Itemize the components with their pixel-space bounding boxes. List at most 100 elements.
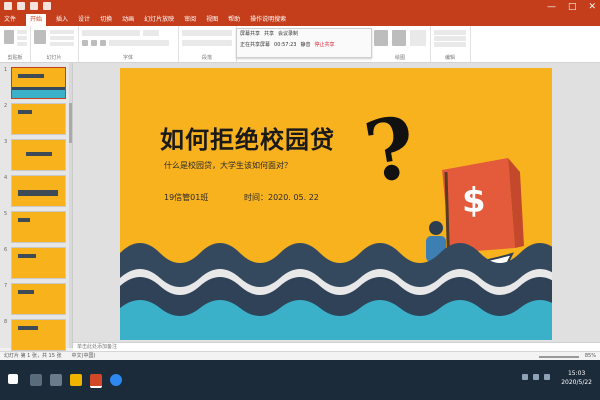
slide-thumbnail[interactable]: 8 [2,319,70,351]
copy-icon[interactable] [17,36,27,40]
group-label: 幻灯片 [46,55,62,61]
input-method-icon[interactable] [544,374,550,380]
maximize-button[interactable]: □ [568,1,577,13]
tab-review[interactable]: 审阅 [184,14,196,26]
ribbon-group-drawing: 绘图 [370,26,431,62]
paste-icon[interactable] [4,30,14,44]
format-painter-icon[interactable] [17,42,27,46]
section-button[interactable] [50,42,74,46]
slide-thumbnail[interactable]: 4 [2,175,70,207]
font-size-select[interactable] [143,30,159,36]
recording-label[interactable]: 会议录制 [278,30,298,39]
slide-thumbnail-pane: 1 2 3 4 5 6 7 8 [0,63,73,351]
undo-icon[interactable] [17,2,25,10]
group-label: 字体 [122,55,133,61]
tab-insert[interactable]: 插入 [56,14,68,26]
underline-icon[interactable] [100,40,106,46]
stop-share-button[interactable]: 停止共享 [315,41,335,50]
group-label: 剪贴板 [7,55,23,61]
bold-icon[interactable] [82,40,88,46]
taskbar-clock[interactable]: 15:03 2020/5/22 [561,369,592,387]
slide-editor: ? $ 如何拒绝校园贷 什么是校园贷，大学生该如何面对？ 19信管01班 时间：… [73,63,600,348]
slide-thumbnail[interactable]: 3 [2,139,70,171]
ribbon-group-slides: 幻灯片 [30,26,79,62]
slide-number: 5 [4,211,8,217]
window-controls: — □ ✕ [547,1,596,13]
ribbon-tabs: 文件 开始 插入 设计 切换 动画 幻灯片放映 审阅 视图 帮助 操作说明搜索 [0,14,600,26]
ribbon-group-editing: 编辑 [430,26,471,62]
tab-home[interactable]: 开始 [26,14,47,26]
tab-design[interactable]: 设计 [78,14,90,26]
thumbnail-scrollbar[interactable] [69,63,72,348]
slide-thumbnail[interactable]: 7 [2,283,70,315]
font-name-select[interactable] [82,30,140,36]
slide-number: 1 [4,67,8,73]
windows-start-icon[interactable] [8,374,18,384]
slide-number: 3 [4,139,8,145]
tab-transitions[interactable]: 切换 [100,14,112,26]
task-view-icon[interactable] [50,374,62,386]
slide-number: 6 [4,247,8,253]
title-bar: — □ ✕ [0,0,600,14]
volume-icon[interactable] [533,374,539,380]
class-label[interactable]: 19信管01班 [164,192,208,203]
ribbon: 剪贴板 幻灯片 字体 段落 绘图 编辑 屏幕共享 共享 会议录制 正在共享屏幕 … [0,26,600,63]
screen-share-label[interactable]: 屏幕共享 [240,30,260,39]
cut-icon[interactable] [17,30,27,34]
layout-button[interactable] [50,30,74,34]
meeting-timer: 00:57:23 [274,42,297,48]
system-tray [522,374,550,380]
tab-file[interactable]: 文件 [4,14,16,26]
replace-button[interactable] [434,36,466,41]
slide-canvas[interactable]: ? $ 如何拒绝校园贷 什么是校园贷，大学生该如何面对？ 19信管01班 时间：… [120,68,552,340]
save-icon[interactable] [4,2,12,10]
slide-number: 2 [4,103,8,109]
file-explorer-icon[interactable] [70,374,82,386]
align-buttons[interactable] [182,40,232,46]
minimize-button[interactable]: — [547,1,556,13]
list-buttons[interactable] [182,30,232,36]
slide-number: 4 [4,175,8,181]
new-slide-icon[interactable] [34,30,46,44]
zoom-slider[interactable] [538,355,579,358]
ribbon-group-clipboard: 剪贴板 [0,26,31,62]
start-slideshow-icon[interactable] [43,2,51,10]
slide-title[interactable]: 如何拒绝校园贷 [160,120,335,155]
arrange-icon[interactable] [392,30,406,46]
slide-thumbnail[interactable]: 2 [2,103,70,135]
close-button[interactable]: ✕ [588,1,596,13]
powerpoint-icon[interactable] [90,374,102,388]
font-effects-row[interactable] [109,40,169,46]
taskbar: 15:03 2020/5/22 [0,360,600,400]
mute-button[interactable]: 静音 [300,41,310,50]
quick-styles-icon[interactable] [410,30,426,46]
tab-help[interactable]: 帮助 [228,14,240,26]
tell-me-search[interactable]: 操作说明搜索 [250,14,286,26]
browser-icon[interactable] [110,374,122,386]
network-icon[interactable] [522,374,528,380]
quick-access-toolbar [4,2,51,10]
find-button[interactable] [434,30,466,35]
share-label[interactable]: 共享 [264,30,274,39]
clock-date: 2020/5/22 [561,379,592,386]
tab-slideshow[interactable]: 幻灯片放映 [144,14,174,26]
slide-thumbnail[interactable]: 1 [2,67,70,99]
italic-icon[interactable] [91,40,97,46]
tab-view[interactable]: 视图 [206,14,218,26]
date-label[interactable]: 时间：2020. 05. 22 [244,192,319,203]
sharing-status: 正在共享屏幕 [240,42,271,48]
group-label: 绘图 [394,55,405,61]
ribbon-group-font: 字体 [78,26,179,62]
group-label: 编辑 [444,55,455,61]
slide-thumbnail[interactable]: 5 [2,211,70,243]
figure-head [429,221,443,235]
reset-button[interactable] [50,36,74,40]
shapes-icon[interactable] [374,30,388,46]
select-button[interactable] [434,42,466,47]
slide-thumbnail[interactable]: 6 [2,247,70,279]
search-icon[interactable] [30,374,42,386]
slide-number: 7 [4,283,8,289]
slide-subtitle[interactable]: 什么是校园贷，大学生该如何面对？ [164,160,292,171]
tab-animations[interactable]: 动画 [122,14,134,26]
redo-icon[interactable] [30,2,38,10]
